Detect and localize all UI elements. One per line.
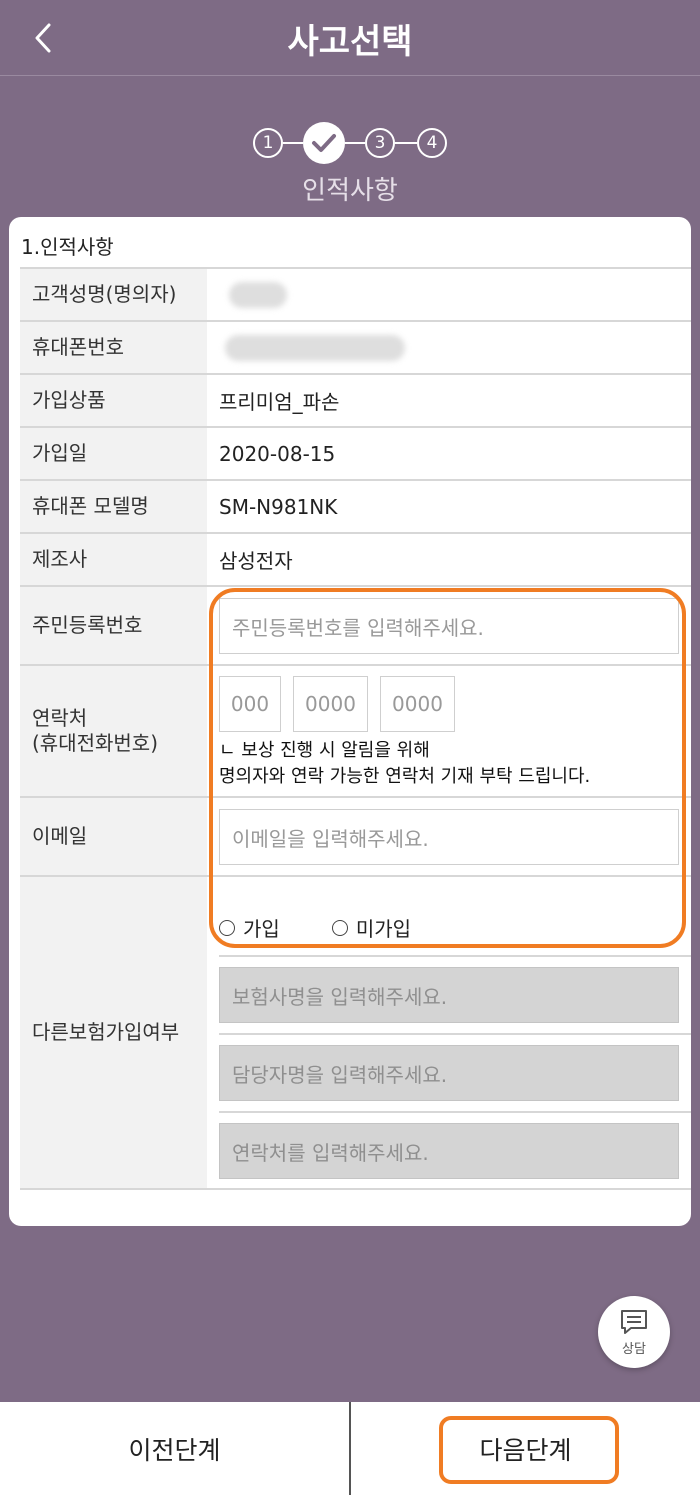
maker-label: 제조사 [20,534,207,585]
step-4: 4 [417,128,447,158]
divider [219,1111,691,1113]
row-phone-number: 휴대폰번호 [20,320,691,373]
row-join-date: 가입일 2020-08-15 [20,426,691,479]
contact-label-line2: (휴대전화번호) [32,731,159,755]
step-3: 3 [365,128,395,158]
header: 사고선택 [0,0,700,76]
step-connector [283,142,303,144]
phone-number-value-blurred [219,322,691,373]
step-connector [395,142,417,144]
agent-name-input[interactable]: 담당자명을 입력해주세요. [219,1045,679,1101]
highlight-outline [209,588,686,948]
page-title: 사고선택 [287,22,413,62]
maker-value: 삼성전자 [219,549,293,573]
step-2-current [303,122,345,164]
model-value: SM-N981NK [219,494,338,519]
other-insurance-label: 다른보험가입여부 [20,877,207,1188]
stepper: 1 3 4 [0,120,700,164]
step-connector [345,142,365,144]
divider [219,955,691,957]
insurer-name-input[interactable]: 보험사명을 입력해주세요. [219,967,679,1023]
email-label: 이메일 [20,798,207,875]
chat-icon [621,1309,647,1334]
check-icon [312,134,336,152]
row-product: 가입상품 프리미엄_파손 [20,373,691,426]
chat-consult-button[interactable]: 상담 [598,1296,670,1368]
product-label: 가입상품 [20,375,207,426]
chat-consult-label: 상담 [622,1341,646,1357]
row-customer-name: 고객성명(명의자) [20,267,691,320]
step-label: 인적사항 [302,176,398,206]
row-model: 휴대폰 모델명 SM-N981NK [20,479,691,532]
next-highlight-outline [439,1416,619,1484]
step-1: 1 [253,128,283,158]
prev-step-button[interactable]: 이전단계 [0,1402,349,1495]
product-value: 프리미엄_파손 [219,390,340,414]
contact-label: 연락처 (휴대전화번호) [20,666,207,796]
bottom-bar: 이전단계 다음단계 [0,1402,700,1495]
resident-number-label: 주민등록번호 [20,587,207,664]
agent-contact-input[interactable]: 연락처를 입력해주세요. [219,1123,679,1179]
divider [219,1033,691,1035]
section-title: 1.인적사항 [21,235,114,259]
model-label: 휴대폰 모델명 [20,481,207,532]
phone-number-label: 휴대폰번호 [20,322,207,373]
customer-name-value-blurred [219,269,691,320]
join-date-value: 2020-08-15 [219,441,336,466]
row-maker: 제조사 삼성전자 [20,532,691,585]
join-date-label: 가입일 [20,428,207,479]
customer-name-label: 고객성명(명의자) [20,269,207,320]
contact-label-line1: 연락처 [32,706,88,730]
